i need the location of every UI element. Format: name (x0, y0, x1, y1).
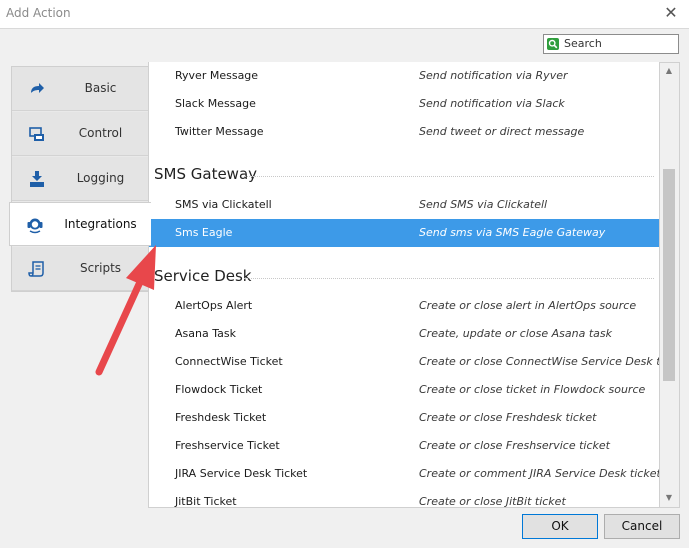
action-name: SMS via Clickatell (175, 198, 272, 211)
group-header-service-desk: Service Desk (154, 267, 252, 285)
action-description: Create or close Freshservice ticket (419, 439, 610, 452)
cancel-button[interactable]: Cancel (604, 514, 680, 539)
action-description: Send notification via Slack (419, 97, 565, 110)
action-name: ConnectWise Ticket (175, 355, 283, 368)
action-name: Flowdock Ticket (175, 383, 263, 396)
action-description: Create or close Freshdesk ticket (419, 411, 597, 424)
action-name: JitBit Ticket (175, 495, 237, 508)
list-item[interactable]: Asana Task Create, update or close Asana… (149, 320, 659, 348)
list-item[interactable]: Ryver Message Send notification via Ryve… (149, 62, 659, 90)
search-placeholder: Search (564, 37, 602, 50)
window-title: Add Action (6, 6, 71, 20)
list-item[interactable]: ConnectWise Ticket Create or close Conne… (149, 348, 659, 376)
sidebar-item-integrations[interactable]: Integrations (9, 202, 151, 246)
action-name: Freshdesk Ticket (175, 411, 267, 424)
list-item[interactable]: Flowdock Ticket Create or close ticket i… (149, 376, 659, 404)
action-description: Create or close ticket in Flowdock sourc… (419, 383, 646, 396)
action-name: Asana Task (175, 327, 236, 340)
action-description: Send notification via Ryver (419, 69, 568, 82)
sidebar-item-label: Basic (84, 81, 117, 95)
close-icon[interactable]: ✕ (662, 3, 680, 23)
action-description: Create or close ConnectWise Service Desk… (419, 355, 659, 368)
action-description: Send SMS via Clickatell (419, 198, 548, 211)
scroll-down-icon[interactable]: ▼ (664, 493, 674, 503)
sidebar-item-logging[interactable]: Logging (12, 157, 149, 201)
sidebar-item-scripts[interactable]: Scripts (12, 247, 149, 291)
scroll-up-icon[interactable]: ▲ (664, 66, 674, 76)
title-bar: Add Action ✕ (0, 0, 689, 29)
list-item[interactable]: Freshdesk Ticket Create or close Freshde… (149, 404, 659, 432)
action-name: Ryver Message (175, 69, 259, 82)
list-item[interactable]: Twitter Message Send tweet or direct mes… (149, 118, 659, 146)
action-description: Create or close alert in AlertOps source (419, 299, 637, 312)
sidebar-item-basic[interactable]: Basic (12, 67, 149, 111)
list-item-selected[interactable]: Sms Eagle Send sms via SMS Eagle Gateway (149, 219, 659, 247)
action-description: Create, update or close Asana task (419, 327, 612, 340)
action-description: Send tweet or direct message (419, 125, 585, 138)
action-name: Slack Message (175, 97, 256, 110)
action-name: Sms Eagle (175, 226, 233, 239)
group-header-sms-gateway: SMS Gateway (154, 165, 258, 183)
action-name: AlertOps Alert (175, 299, 253, 312)
list-item[interactable]: AlertOps Alert Create or close alert in … (149, 292, 659, 320)
list-item[interactable]: JIRA Service Desk Ticket Create or comme… (149, 460, 660, 488)
group-divider (244, 278, 654, 279)
scrollbar-thumb[interactable] (663, 169, 675, 381)
list-item[interactable]: Slack Message Send notification via Slac… (149, 90, 659, 118)
search-icon (547, 38, 559, 50)
action-list[interactable]: Ryver Message Send notification via Ryve… (148, 62, 660, 508)
sidebar-item-label: Logging (76, 171, 125, 185)
sidebar-item-label: Integrations (64, 217, 137, 231)
category-sidebar: Basic Control Logging Integrations Scrip… (9, 66, 151, 292)
list-item[interactable]: Freshservice Ticket Create or close Fres… (149, 432, 659, 460)
action-name: Freshservice Ticket (175, 439, 280, 452)
action-name: JIRA Service Desk Ticket (175, 467, 308, 480)
action-description: Create or close JitBit ticket (419, 495, 566, 508)
action-description: Create or comment JIRA Service Desk tick… (419, 467, 660, 480)
list-item[interactable]: JitBit Ticket Create or close JitBit tic… (149, 488, 659, 508)
sidebar-item-label: Control (78, 126, 123, 140)
sidebar-item-label: Scripts (79, 261, 122, 275)
search-input[interactable]: Search (543, 34, 679, 54)
list-item[interactable]: SMS via Clickatell Send SMS via Clickate… (149, 191, 659, 219)
action-description: Send sms via SMS Eagle Gateway (419, 226, 606, 239)
sidebar-item-control[interactable]: Control (12, 112, 149, 156)
ok-button[interactable]: OK (522, 514, 598, 539)
action-name: Twitter Message (175, 125, 264, 138)
group-divider (244, 176, 654, 177)
vertical-scrollbar[interactable]: ▲ ▼ (660, 62, 680, 508)
